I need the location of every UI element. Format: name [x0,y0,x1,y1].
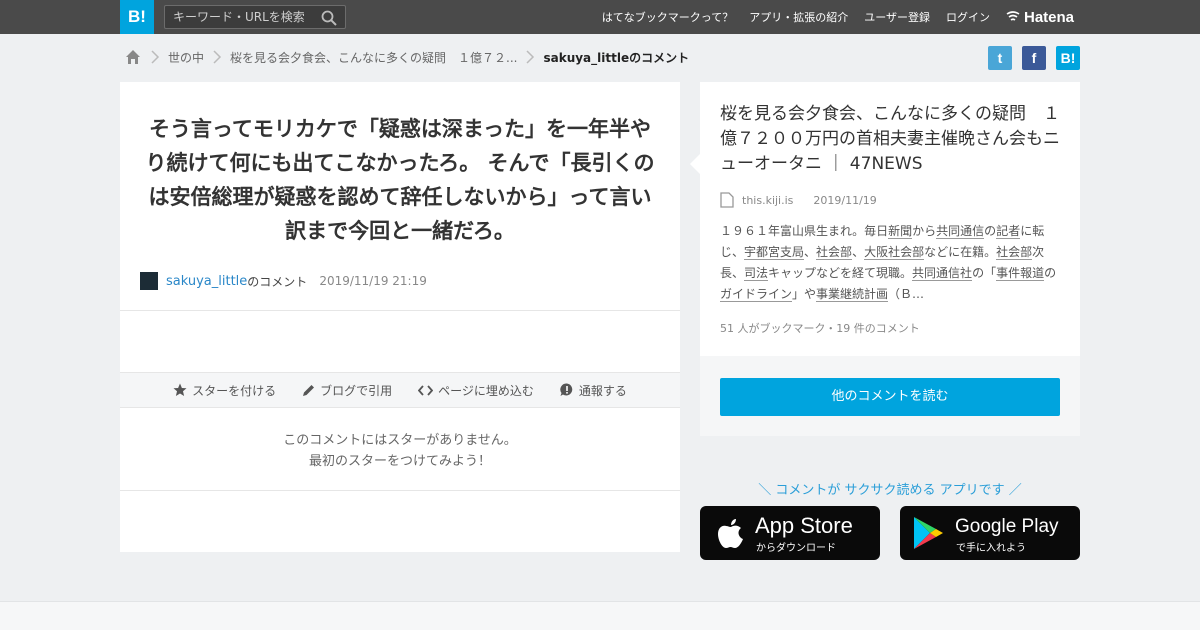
breadcrumb-current: sakuya_littleのコメント [543,50,690,65]
entry-description: １９６１年富山県生まれ。毎日新聞から共同通信の記者に転じ、宇都宮支局、社会部、大… [720,221,1060,305]
desc-text: の [1044,266,1057,280]
keyword-link[interactable]: 大阪社会部 [864,245,925,260]
search-input[interactable] [165,6,315,28]
entry-meta: this.kiji.is 2019/11/19 [720,192,877,208]
embed-label: ページに埋め込む [438,383,534,398]
breadcrumb-entry[interactable]: 桜を見る会夕食会、こんなに多くの疑問 １億７２... [230,49,517,66]
comment-text: そう言ってモリカケで「疑惑は深まった」を一年半やり続けて何にも出てこなかったろ。… [145,117,655,243]
app-store-label: App Store [755,513,853,538]
document-icon [720,192,734,208]
app-store-sublabel: からダウンロード [756,543,836,554]
blog-quote-label: ブログで引用 [320,383,393,398]
top-bar: B! はてなブックマークって？ アプリ・拡張の紹介 ユーザー登録 ログイン Ha… [0,0,1200,34]
code-icon [418,384,434,396]
apple-icon [718,519,743,548]
hatena-brand[interactable]: Hatena [1006,8,1074,26]
star-icon [173,383,187,396]
entry-domain[interactable]: this.kiji.is [742,194,793,207]
comment-user-link[interactable]: sakuya_little [166,274,247,289]
search-icon[interactable] [321,10,337,26]
keyword-link[interactable]: 社会部 [816,245,853,260]
add-star-button[interactable]: スターを付ける [173,382,276,399]
desc-text: （Ｂ… [888,287,925,301]
embed-button[interactable]: ページに埋め込む [418,382,534,399]
keyword-link[interactable]: 社会部 [996,245,1033,260]
comment-actions: スターを付ける ブログで引用 ページに埋め込む 通報する [120,372,680,408]
keyword-link[interactable]: 司法 [744,266,769,281]
breadcrumb-category[interactable]: 世の中 [168,49,204,66]
desc-text: キャップなどを経て現職。 [768,266,913,280]
chevron-right-icon [151,50,160,64]
desc-text: から [912,224,937,238]
bookmark-count[interactable]: 51 人がブックマーク・19 件のコメント [720,320,920,336]
desc-text: の [984,224,997,238]
footer [0,601,1200,630]
desc-text: １９６１年富山県生まれ。毎日 [720,224,889,238]
keyword-link[interactable]: 事業継続計画 [816,287,889,302]
nav-login[interactable]: ログイン [946,9,990,25]
no-star-line-1: このコメントにはスターがありません。 [283,433,517,448]
keyword-link[interactable]: 記者 [996,224,1021,239]
avatar[interactable] [140,272,158,290]
google-play-label: Google Play [955,516,1059,537]
divider [120,310,680,311]
entry-title[interactable]: 桜を見る会夕食会、こんなに多くの疑問 １億７２００万円の首相夫妻主催晩さん会もニ… [720,102,1065,177]
breadcrumb: 世の中 桜を見る会夕食会、こんなに多くの疑問 １億７２... sakuya_li… [124,47,689,67]
top-nav: はてなブックマークって？ アプリ・拡張の紹介 ユーザー登録 ログイン [602,0,990,34]
google-play-icon [914,517,943,549]
nav-about[interactable]: はてなブックマークって？ [602,9,733,25]
comment-datetime: 2019/11/19 21:19 [319,274,427,288]
search-box[interactable] [164,5,346,29]
entry-card: 桜を見る会夕食会、こんなに多くの疑問 １億７２００万円の首相夫妻主催晩さん会もニ… [690,82,1080,356]
desc-text: の「 [972,266,997,280]
comment-meta: sakuya_little のコメント 2019/11/19 21:19 [140,271,427,291]
report-icon [560,383,573,396]
chevron-right-icon [526,50,535,64]
facebook-share-button[interactable]: f [1022,46,1046,70]
divider [120,490,680,491]
entry-date: 2019/11/19 [813,193,877,207]
nav-apps[interactable]: アプリ・拡張の紹介 [749,9,848,25]
keyword-link[interactable]: 事件報道 [996,266,1045,281]
keyword-link[interactable]: 宇都宮支局 [744,245,805,260]
pencil-icon [303,384,315,396]
read-more-comments-button[interactable]: 他のコメントを読む [720,378,1060,416]
app-promo-text: ＼ コメントが サクサク読める アプリです ／ [758,483,1022,498]
chevron-right-icon [213,50,222,64]
home-icon[interactable] [124,48,142,66]
keyword-link[interactable]: ガイドライン [720,287,793,302]
google-play-sublabel: で手に入れよう [956,543,1026,554]
keyword-link[interactable]: 共同通信 [936,224,985,239]
hatena-share-button[interactable]: B! [1056,46,1080,70]
report-button[interactable]: 通報する [560,382,627,399]
hatena-brand-label: Hatena [1024,8,1075,26]
comment-suffix: のコメント [247,274,308,289]
hatena-icon [1006,11,1020,21]
google-play-badge[interactable]: Google Play で手に入れよう [900,506,1080,560]
share-buttons: t f B! [988,46,1080,70]
desc-text: 、 [804,245,817,259]
keyword-link[interactable]: 共同通信社 [912,266,973,281]
desc-text: 」や [792,287,817,301]
nav-register[interactable]: ユーザー登録 [864,9,930,25]
desc-text: 、 [852,245,865,259]
blog-quote-button[interactable]: ブログで引用 [302,382,392,399]
no-star-line-2: 最初のスターをつけてみよう！ [308,454,491,469]
desc-text: などに在籍。 [924,245,997,259]
add-star-label: スターを付ける [192,383,277,398]
report-label: 通報する [578,383,627,398]
twitter-share-button[interactable]: t [988,46,1012,70]
hatena-bookmark-logo[interactable]: B! [120,0,154,34]
comment-card: そう言ってモリカケで「疑惑は深まった」を一年半やり続けて何にも出てこなかったろ。… [120,82,680,552]
no-star-message: このコメントにはスターがありません。 最初のスターをつけてみよう！ [120,430,680,472]
app-store-badge[interactable]: App Store からダウンロード [700,506,880,560]
keyword-link[interactable]: 新聞 [888,224,913,239]
entry-card-footer: 他のコメントを読む [700,356,1080,436]
